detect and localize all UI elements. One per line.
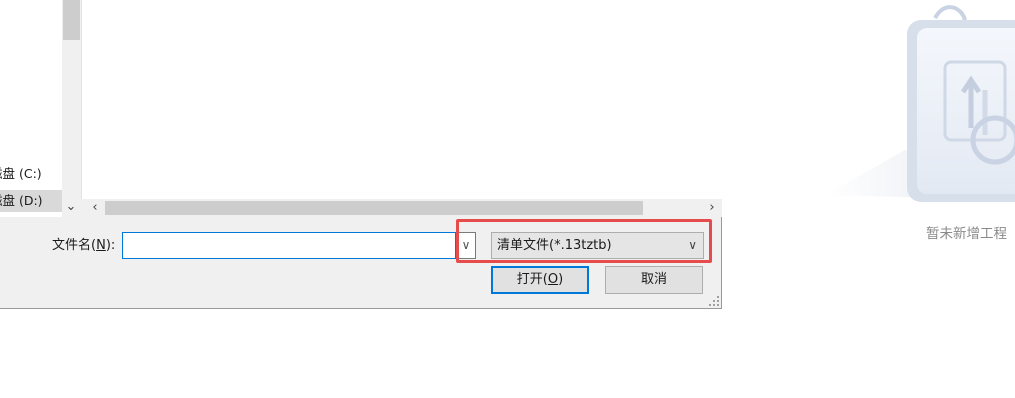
cancel-button[interactable]: 取消: [605, 266, 703, 294]
navigation-scroll-thumb[interactable]: [63, 0, 80, 40]
chevron-down-icon: ∨: [461, 238, 471, 252]
filename-label-accesskey: N: [96, 238, 106, 253]
chevron-left-icon[interactable]: ‹: [88, 200, 102, 216]
horizontal-scroll-thumb[interactable]: [105, 201, 643, 215]
nav-item-drive-c[interactable]: 磁盘 (C:): [0, 163, 62, 185]
filename-input[interactable]: [122, 232, 456, 259]
chevron-down-icon[interactable]: ⌄: [64, 199, 78, 215]
resize-grip-icon[interactable]: [709, 296, 720, 307]
open-button-end: ): [558, 272, 564, 287]
empty-state-text: 暂未新增工程: [926, 226, 1007, 242]
chevron-down-icon: ∨: [688, 238, 697, 252]
nav-item-drive-d[interactable]: 磁盘 (D:): [0, 190, 62, 212]
open-file-dialog: 磁盘 (C:) 磁盘 (D:) ⌄ ‹ › 文件名(N): ∨ 清单文件(*.1…: [0, 0, 722, 309]
nav-item-label: 磁盘 (C:): [0, 166, 42, 181]
filetype-selected-value: 清单文件(*.13tztb): [497, 238, 612, 253]
folder-sync-icon: [825, 5, 1015, 202]
filename-history-dropdown[interactable]: ∨: [456, 232, 476, 259]
filetype-select[interactable]: 清单文件(*.13tztb) ∨: [491, 232, 704, 259]
filename-label: 文件名(N):: [52, 236, 115, 256]
open-button[interactable]: 打开(O): [491, 266, 589, 294]
nav-item-label: 磁盘 (D:): [0, 193, 43, 208]
filename-label-text: 文件名(: [52, 238, 97, 253]
chevron-right-icon[interactable]: ›: [705, 200, 719, 216]
open-button-text: 打开(: [516, 272, 548, 287]
navigation-pane: 磁盘 (C:) 磁盘 (D:): [0, 0, 62, 217]
filename-label-end: ):: [105, 238, 116, 253]
file-list-pane[interactable]: [81, 0, 722, 199]
open-button-accesskey: O: [547, 272, 559, 287]
